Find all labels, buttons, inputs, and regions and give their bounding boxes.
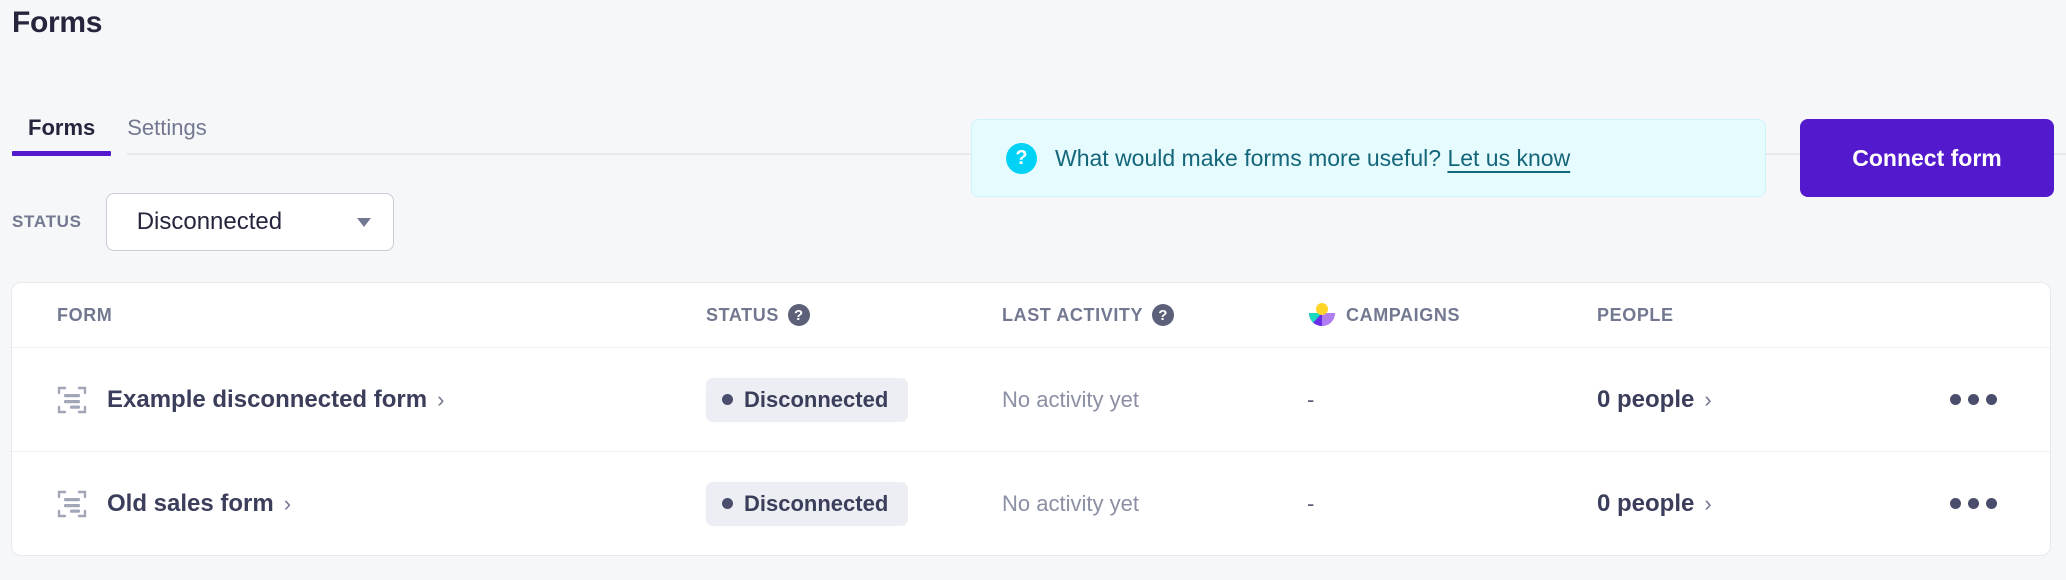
form-name: Old sales form bbox=[107, 489, 274, 517]
column-header-campaigns-label: CAMPAIGNS bbox=[1346, 304, 1461, 325]
form-icon bbox=[57, 385, 87, 415]
header-row: Forms Settings ? What would make forms m… bbox=[0, 58, 2066, 197]
form-link[interactable]: Old sales form › bbox=[57, 489, 706, 519]
row-status-cell: Disconnected bbox=[706, 377, 1002, 422]
status-badge-label: Disconnected bbox=[744, 386, 889, 412]
campaigns-value: - bbox=[1307, 490, 1315, 516]
campaigns-logo-icon bbox=[1307, 302, 1337, 328]
chevron-right-icon: › bbox=[1704, 490, 1712, 516]
row-form-cell: Example disconnected form › bbox=[12, 385, 706, 415]
row-campaigns-cell: - bbox=[1307, 491, 1597, 517]
chevron-right-icon: › bbox=[437, 386, 445, 412]
connect-form-button[interactable]: Connect form bbox=[1800, 119, 2054, 197]
table-header-row: FORM STATUS ? LAST ACTIVITY ? CAMPAIGNS … bbox=[12, 283, 2050, 347]
status-filter-select[interactable]: Disconnected bbox=[105, 193, 394, 251]
tab-settings[interactable]: Settings bbox=[111, 117, 223, 155]
campaigns-value: - bbox=[1307, 386, 1315, 412]
column-header-last-activity-label: LAST ACTIVITY bbox=[1002, 304, 1144, 325]
last-activity-value: No activity yet bbox=[1002, 490, 1139, 516]
people-link[interactable]: 0 people › bbox=[1597, 386, 1897, 414]
let-us-know-link[interactable]: Let us know bbox=[1447, 145, 1570, 171]
row-actions-cell bbox=[1897, 384, 2050, 415]
status-badge-label: Disconnected bbox=[744, 490, 889, 516]
people-count: 0 people bbox=[1597, 489, 1695, 517]
more-options-icon[interactable] bbox=[1940, 384, 2007, 415]
column-header-status: STATUS ? bbox=[706, 304, 1002, 326]
table-row: Old sales form › Disconnected No activit… bbox=[12, 451, 2050, 555]
status-dot-icon bbox=[722, 394, 733, 405]
feedback-banner-message: What would make forms more useful? bbox=[1055, 144, 1442, 171]
chevron-right-icon: › bbox=[283, 490, 292, 516]
column-header-form-label: FORM bbox=[57, 304, 113, 325]
row-people-cell: 0 people › bbox=[1597, 490, 1897, 518]
status-badge: Disconnected bbox=[706, 481, 909, 526]
people-link[interactable]: 0 people › bbox=[1597, 490, 1897, 518]
forms-table: FORM STATUS ? LAST ACTIVITY ? CAMPAIGNS … bbox=[11, 282, 2051, 556]
row-people-cell: 0 people › bbox=[1597, 386, 1897, 414]
page-title: Forms bbox=[12, 6, 103, 39]
chevron-down-icon bbox=[356, 217, 371, 227]
row-actions-cell bbox=[1897, 488, 2050, 519]
forms-page: Forms Forms Settings ? What would make f… bbox=[0, 0, 2066, 580]
status-help-icon[interactable]: ? bbox=[787, 304, 810, 326]
column-header-people-label: PEOPLE bbox=[1597, 304, 1674, 325]
column-header-last-activity: LAST ACTIVITY ? bbox=[1002, 304, 1307, 326]
table-row: Example disconnected form › Disconnected… bbox=[12, 347, 2050, 451]
feedback-banner: ? What would make forms more useful? Let… bbox=[971, 119, 1766, 197]
status-filter-label: STATUS bbox=[12, 212, 82, 231]
last-activity-help-icon[interactable]: ? bbox=[1152, 304, 1175, 326]
row-form-cell: Old sales form › bbox=[12, 489, 706, 519]
more-options-icon[interactable] bbox=[1940, 488, 2007, 519]
row-campaigns-cell: - bbox=[1307, 387, 1597, 413]
last-activity-value: No activity yet bbox=[1002, 386, 1139, 412]
chevron-right-icon: › bbox=[1704, 386, 1712, 412]
tab-bar: Forms Settings bbox=[12, 58, 223, 156]
tab-forms[interactable]: Forms bbox=[12, 115, 112, 156]
status-badge: Disconnected bbox=[706, 377, 909, 422]
row-status-cell: Disconnected bbox=[706, 481, 1002, 526]
column-header-status-label: STATUS bbox=[706, 304, 779, 325]
form-name: Example disconnected form bbox=[107, 385, 428, 413]
filter-bar: STATUS Disconnected bbox=[12, 192, 394, 252]
column-header-form: FORM bbox=[12, 305, 706, 326]
status-dot-icon bbox=[722, 498, 733, 509]
tab-forms-label: Forms bbox=[28, 115, 96, 140]
column-header-campaigns: CAMPAIGNS bbox=[1307, 302, 1597, 328]
row-last-activity-cell: No activity yet bbox=[1002, 387, 1307, 413]
form-icon bbox=[57, 489, 87, 519]
row-last-activity-cell: No activity yet bbox=[1002, 491, 1307, 517]
feedback-banner-text: What would make forms more useful? Let u… bbox=[1055, 145, 1570, 172]
status-filter-value: Disconnected bbox=[136, 208, 283, 235]
question-mark-icon: ? bbox=[1006, 142, 1037, 174]
tab-settings-label: Settings bbox=[127, 115, 207, 140]
people-count: 0 people bbox=[1597, 385, 1695, 413]
form-link[interactable]: Example disconnected form › bbox=[57, 385, 706, 415]
column-header-people: PEOPLE bbox=[1597, 305, 1897, 326]
